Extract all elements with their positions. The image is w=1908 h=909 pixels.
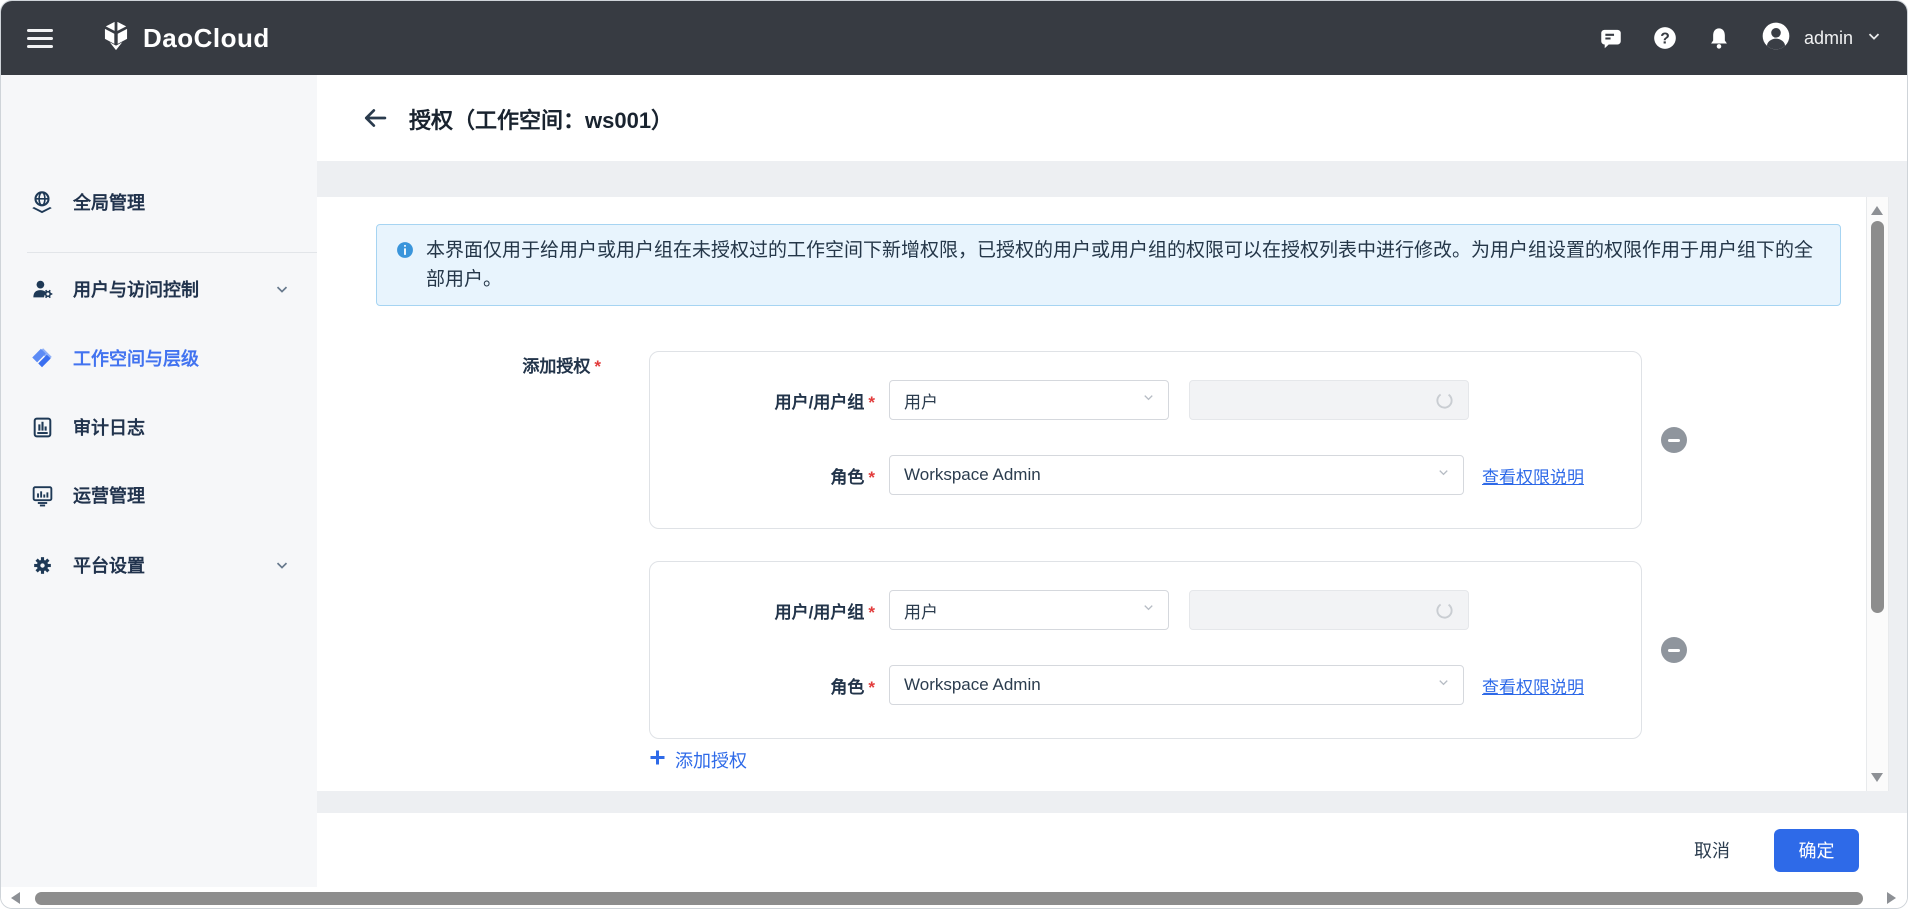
confirm-button[interactable]: 确定 [1774, 829, 1859, 872]
user-type-select[interactable]: 用户 [889, 590, 1169, 630]
chevron-down-icon [1865, 27, 1883, 50]
remove-row-button[interactable] [1661, 427, 1687, 453]
sidebar-item-label: 工作空间与层级 [73, 345, 199, 371]
help-icon[interactable]: ? [1652, 25, 1678, 51]
page-header: 授权（工作空间：ws001） [317, 75, 1907, 161]
user-type-select[interactable]: 用户 [889, 380, 1169, 420]
scroll-up-arrow[interactable] [1871, 206, 1883, 215]
role-label: 角色* [650, 673, 875, 698]
user-type-value: 用户 [904, 388, 938, 413]
top-bar: DaoCloud ? [1, 1, 1907, 75]
username-label: admin [1804, 28, 1853, 49]
vertical-scrollbar-thumb[interactable] [1871, 221, 1884, 613]
header-separator [317, 161, 1907, 197]
role-value: Workspace Admin [904, 675, 1041, 695]
brand-name: DaoCloud [143, 23, 270, 54]
sidebar-item-label: 运营管理 [73, 482, 145, 508]
info-icon [395, 236, 415, 294]
content-panel: 本界面仅用于给用户或用户组在未授权过的工作空间下新增权限，已授权的用户或用户组的… [317, 197, 1889, 791]
page-title: 授权（工作空间：ws001） [409, 103, 673, 135]
sidebar-divider [27, 252, 317, 253]
required-marker: * [868, 678, 875, 697]
info-alert-text: 本界面仅用于给用户或用户组在未授权过的工作空间下新增权限，已授权的用户或用户组的… [426, 236, 1822, 294]
message-icon[interactable] [1598, 25, 1624, 51]
loading-spinner-icon [1435, 391, 1454, 415]
workspace-icon [29, 345, 55, 371]
svg-text:?: ? [1660, 30, 1670, 47]
content-footer-separator [317, 791, 1907, 813]
required-marker: * [594, 357, 601, 376]
cancel-button[interactable]: 取消 [1688, 836, 1736, 864]
sidebar-item-workspace-hierarchy[interactable]: 工作空间与层级 [1, 334, 317, 382]
add-authorization-link[interactable]: 添加授权 [649, 747, 747, 773]
form-group-label: 添加授权* [317, 352, 601, 377]
sidebar-item-global-management[interactable]: 全局管理 [1, 178, 317, 226]
horizontal-scrollbar[interactable] [1, 887, 1907, 909]
scroll-right-arrow[interactable] [1887, 892, 1896, 904]
sidebar-item-label: 平台设置 [73, 552, 145, 578]
app-window: DaoCloud ? [0, 0, 1908, 909]
sidebar-item-platform-settings[interactable]: 平台设置 [1, 541, 317, 589]
globe-icon [29, 189, 55, 215]
role-label: 角色* [650, 463, 875, 488]
sidebar-item-label: 全局管理 [73, 189, 145, 215]
user-menu[interactable]: admin [1760, 20, 1883, 57]
vertical-scrollbar[interactable] [1866, 197, 1889, 791]
sidebar-item-label: 用户与访问控制 [73, 276, 199, 302]
page-background-strip [1889, 197, 1908, 791]
chevron-down-icon [1436, 465, 1451, 485]
menu-icon[interactable] [27, 29, 53, 48]
footer-bar: 取消 确定 [317, 813, 1907, 887]
loading-spinner-icon [1435, 601, 1454, 625]
horizontal-scrollbar-thumb[interactable] [35, 892, 1863, 905]
chevron-down-icon [273, 556, 291, 574]
bell-icon[interactable] [1706, 25, 1732, 51]
required-marker: * [868, 393, 875, 412]
role-value: Workspace Admin [904, 465, 1041, 485]
add-authorization-label: 添加授权 [675, 747, 747, 773]
info-alert: 本界面仅用于给用户或用户组在未授权过的工作空间下新增权限，已授权的用户或用户组的… [376, 224, 1841, 306]
user-type-value: 用户 [904, 598, 938, 623]
required-marker: * [868, 603, 875, 622]
user-search-input-disabled [1189, 380, 1469, 420]
audit-log-icon [29, 414, 55, 440]
plus-icon [649, 749, 666, 771]
user-group-label: 用户/用户组* [650, 598, 875, 623]
authorization-card: 用户/用户组* 用户 角色* [649, 561, 1642, 739]
chevron-down-icon [1141, 390, 1156, 410]
authorization-card: 用户/用户组* 用户 角色* [649, 351, 1642, 529]
brand-logo: DaoCloud [99, 19, 270, 58]
view-permissions-link[interactable]: 查看权限说明 [1482, 673, 1584, 698]
chevron-down-icon [273, 280, 291, 298]
gear-icon [29, 552, 55, 578]
user-search-input-disabled [1189, 590, 1469, 630]
sidebar-item-audit-log[interactable]: 审计日志 [1, 403, 317, 451]
role-select[interactable]: Workspace Admin [889, 455, 1464, 495]
user-gear-icon [29, 276, 55, 302]
sidebar: 全局管理 用户与访问控制 [1, 75, 317, 887]
user-group-label: 用户/用户组* [650, 388, 875, 413]
view-permissions-link[interactable]: 查看权限说明 [1482, 463, 1584, 488]
sidebar-item-operations[interactable]: 运营管理 [1, 471, 317, 519]
daocloud-logo-icon [99, 19, 133, 58]
scroll-down-arrow[interactable] [1871, 773, 1883, 782]
back-arrow-icon[interactable] [361, 104, 389, 132]
role-select[interactable]: Workspace Admin [889, 665, 1464, 705]
sidebar-item-label: 审计日志 [73, 414, 145, 440]
required-marker: * [868, 468, 875, 487]
chevron-down-icon [1141, 600, 1156, 620]
sidebar-item-users-access[interactable]: 用户与访问控制 [1, 265, 317, 313]
remove-row-button[interactable] [1661, 637, 1687, 663]
operations-chart-icon [29, 482, 55, 508]
chevron-down-icon [1436, 675, 1451, 695]
scroll-left-arrow[interactable] [11, 892, 20, 904]
avatar [1760, 20, 1792, 57]
